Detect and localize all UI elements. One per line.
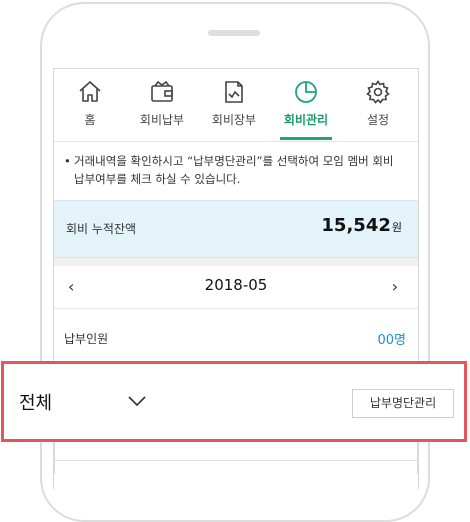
balance-amount-value: 15,542 (321, 215, 391, 236)
notice-body: 거래내역을 확인하시고 “납부명단관리”를 선택하여 모임 멤버 회비납부여부를… (74, 154, 394, 186)
tab-home-label: 홈 (84, 113, 96, 127)
notice-bullet: • (64, 154, 71, 168)
balance-amount: 15,542원 (321, 215, 402, 236)
tab-bar: 홈 회비납부 회비장부 회비관리 설정 (54, 69, 418, 142)
tab-settings-label: 설정 (366, 113, 390, 127)
balance-unit: 원 (391, 221, 402, 234)
pie-chart-icon (295, 81, 317, 103)
tab-fee-payment-label: 회비납부 (139, 113, 185, 127)
next-month-button[interactable]: › (392, 277, 398, 296)
tab-fee-management-label: 회비관리 (283, 113, 329, 127)
payers-count: 00명 (377, 333, 406, 348)
filter-dropdown[interactable]: 전체 (19, 389, 52, 415)
balance-panel: 회비 누적잔액 15,542원 (54, 200, 418, 258)
month-selector: ‹ 2018-05 › (54, 266, 418, 309)
tab-fee-ledger[interactable]: 회비장부 (198, 69, 270, 141)
payer-list-management-button[interactable]: 납부명단관리 (352, 389, 454, 418)
tab-settings[interactable]: 설정 (342, 69, 414, 141)
tab-fee-management[interactable]: 회비관리 (270, 69, 342, 141)
payers-row: 납부인원 00명 (54, 324, 418, 354)
tab-fee-ledger-label: 회비장부 (211, 113, 257, 127)
ledger-icon (225, 81, 243, 103)
section-divider (54, 258, 418, 266)
gear-icon (366, 80, 390, 104)
notice-text: • 거래내역을 확인하시고 “납부명단관리”를 선택하여 모임 멤버 회비납부여… (64, 152, 404, 188)
phone-speaker (208, 30, 260, 36)
tab-fee-payment[interactable]: 회비납부 (126, 69, 198, 141)
list-divider (55, 460, 417, 461)
chevron-down-icon[interactable] (127, 394, 147, 408)
filter-bar: 전체 납부명단관리 (1, 361, 467, 442)
balance-label: 회비 누적잔액 (66, 222, 137, 236)
screen-bottom (54, 442, 418, 474)
current-month: 2018-05 (204, 276, 268, 294)
home-icon (79, 81, 101, 102)
active-tab-indicator (280, 137, 332, 140)
tab-home[interactable]: 홈 (54, 69, 126, 141)
wallet-icon (151, 80, 173, 102)
payers-label: 납부인원 (64, 332, 109, 346)
